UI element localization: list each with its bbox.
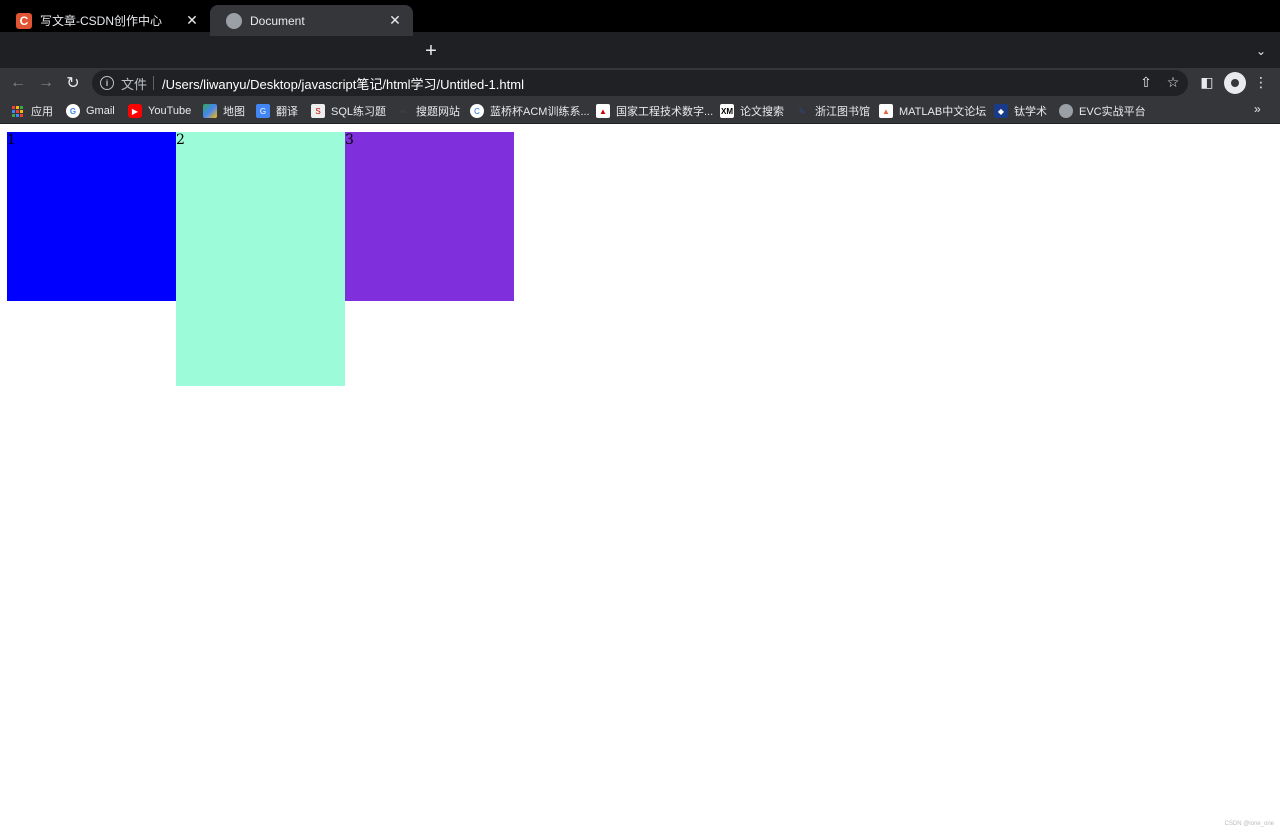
- box-label: 3: [345, 132, 354, 148]
- box-label: 1: [7, 132, 16, 148]
- bookmark-label: 蓝桥杯ACM训练系...: [490, 106, 590, 118]
- maps-icon: [203, 104, 217, 118]
- back-button[interactable]: ←: [6, 71, 30, 95]
- bookmark-label: 国家工程技术数字...: [616, 106, 714, 118]
- close-icon[interactable]: ✕: [387, 12, 403, 29]
- apps-icon: [12, 105, 23, 117]
- scheme-label: 文件: [121, 76, 148, 92]
- tab-strip: [0, 32, 1280, 68]
- globe-icon: [1059, 104, 1073, 118]
- bookmark-search-site[interactable]: ◦◦ 搜题网站: [396, 102, 460, 120]
- arrow-right-icon: →: [38, 74, 54, 91]
- sql-icon: S: [311, 104, 325, 118]
- plus-icon: +: [425, 39, 437, 62]
- bookmark-label: SQL练习题: [331, 106, 387, 118]
- bookmark-label: 应用: [31, 106, 53, 118]
- bookmark-translate[interactable]: G 翻译: [256, 102, 298, 120]
- search-site-icon: ◦◦: [400, 106, 406, 116]
- library-icon: ▲: [596, 104, 610, 118]
- lanqiao-icon: C: [470, 104, 484, 118]
- star-icon: ☆: [1166, 73, 1180, 90]
- bookmark-maps[interactable]: 地图: [203, 102, 245, 120]
- tab-document[interactable]: Document ✕: [210, 5, 413, 36]
- chevron-down-icon: ⌄: [1255, 44, 1267, 58]
- page-viewport: 1 2 3 CSDN @lone_one: [0, 125, 1280, 831]
- bookmark-label: YouTube: [148, 105, 192, 117]
- toolbar: ← → ↻ i 文件 /Users/liwanyu/Desktop/javasc…: [0, 68, 1280, 98]
- url-text[interactable]: /Users/liwanyu/Desktop/javascript笔记/html…: [162, 74, 524, 93]
- bookmark-matlab[interactable]: ▲ MATLAB中文论坛: [879, 102, 986, 120]
- side-panel-icon: ◧: [1200, 73, 1214, 90]
- matlab-icon: ▲: [879, 104, 893, 118]
- csdn-icon: C: [16, 12, 32, 29]
- reload-icon: ↻: [66, 75, 80, 92]
- kebab-menu-icon: ⋮: [1254, 73, 1268, 90]
- bookmark-tai[interactable]: ◆ 钛学术: [994, 102, 1047, 120]
- bookmark-label: 论文搜索: [740, 106, 784, 118]
- box-2: 2: [176, 132, 345, 386]
- youtube-icon: ▶: [128, 104, 142, 118]
- box-3: 3: [345, 132, 514, 301]
- xmol-icon: XM: [720, 104, 734, 118]
- close-icon[interactable]: ✕: [184, 12, 200, 29]
- bookmark-star-button[interactable]: ☆: [1162, 71, 1184, 93]
- bookmark-label: 钛学术: [1014, 106, 1047, 118]
- person-icon: [1231, 79, 1239, 87]
- profile-avatar[interactable]: [1224, 72, 1246, 94]
- tab-title: Document: [250, 13, 305, 28]
- bookmarks-bar: 应用 G Gmail ▶ YouTube 地图 G 翻译 S SQL练习题 ◦◦…: [0, 98, 1280, 124]
- bookmark-lanqiao[interactable]: C 蓝桥杯ACM训练系...: [470, 102, 590, 120]
- bookmark-xmol[interactable]: XM 论文搜索: [720, 102, 784, 120]
- tai-icon: ◆: [994, 104, 1008, 118]
- new-tab-button[interactable]: +: [420, 40, 442, 62]
- box-label: 2: [176, 132, 185, 148]
- menu-button[interactable]: ⋮: [1250, 71, 1272, 93]
- bookmark-zj-library[interactable]: ✎ 浙江图书馆: [795, 102, 870, 120]
- watermark: CSDN @lone_one: [1224, 821, 1274, 827]
- bookmark-label: EVC实战平台: [1079, 106, 1146, 118]
- tab-title: 写文章-CSDN创作中心: [40, 14, 162, 28]
- bookmark-sql[interactable]: S SQL练习题: [311, 102, 386, 120]
- bookmark-library[interactable]: ▲ 国家工程技术数字...: [596, 102, 713, 120]
- tab-csdn[interactable]: C 写文章-CSDN创作中心 ✕: [0, 5, 210, 36]
- globe-icon: [226, 12, 242, 29]
- divider: [153, 76, 155, 90]
- bookmark-label: MATLAB中文论坛: [899, 106, 987, 118]
- zj-library-icon: ✎: [798, 106, 806, 116]
- bookmark-evc[interactable]: EVC实战平台: [1059, 102, 1146, 120]
- translate-icon: G: [256, 104, 270, 118]
- bookmark-apps[interactable]: 应用: [12, 102, 53, 120]
- bookmark-youtube[interactable]: ▶ YouTube: [128, 102, 191, 120]
- more-bookmarks-button[interactable]: »: [1254, 102, 1261, 116]
- info-icon[interactable]: i: [100, 76, 114, 90]
- share-button[interactable]: ⇧: [1135, 71, 1157, 93]
- bookmark-label: 翻译: [276, 106, 298, 118]
- tab-search-button[interactable]: ⌄: [1252, 42, 1270, 60]
- arrow-left-icon: ←: [10, 74, 26, 91]
- bookmark-label: 地图: [223, 106, 245, 118]
- bookmark-label: Gmail: [86, 105, 115, 117]
- bookmark-gmail[interactable]: G Gmail: [66, 102, 115, 120]
- share-icon: ⇧: [1140, 73, 1152, 90]
- forward-button[interactable]: →: [34, 71, 58, 95]
- bookmark-label: 浙江图书馆: [815, 106, 870, 118]
- google-icon: G: [66, 104, 80, 118]
- bookmark-label: 搜题网站: [416, 106, 460, 118]
- reload-button[interactable]: ↻: [61, 71, 85, 95]
- address-bar[interactable]: i 文件 /Users/liwanyu/Desktop/javascript笔记…: [92, 70, 1188, 96]
- box-1: 1: [7, 132, 176, 301]
- side-panel-button[interactable]: ◧: [1196, 71, 1218, 93]
